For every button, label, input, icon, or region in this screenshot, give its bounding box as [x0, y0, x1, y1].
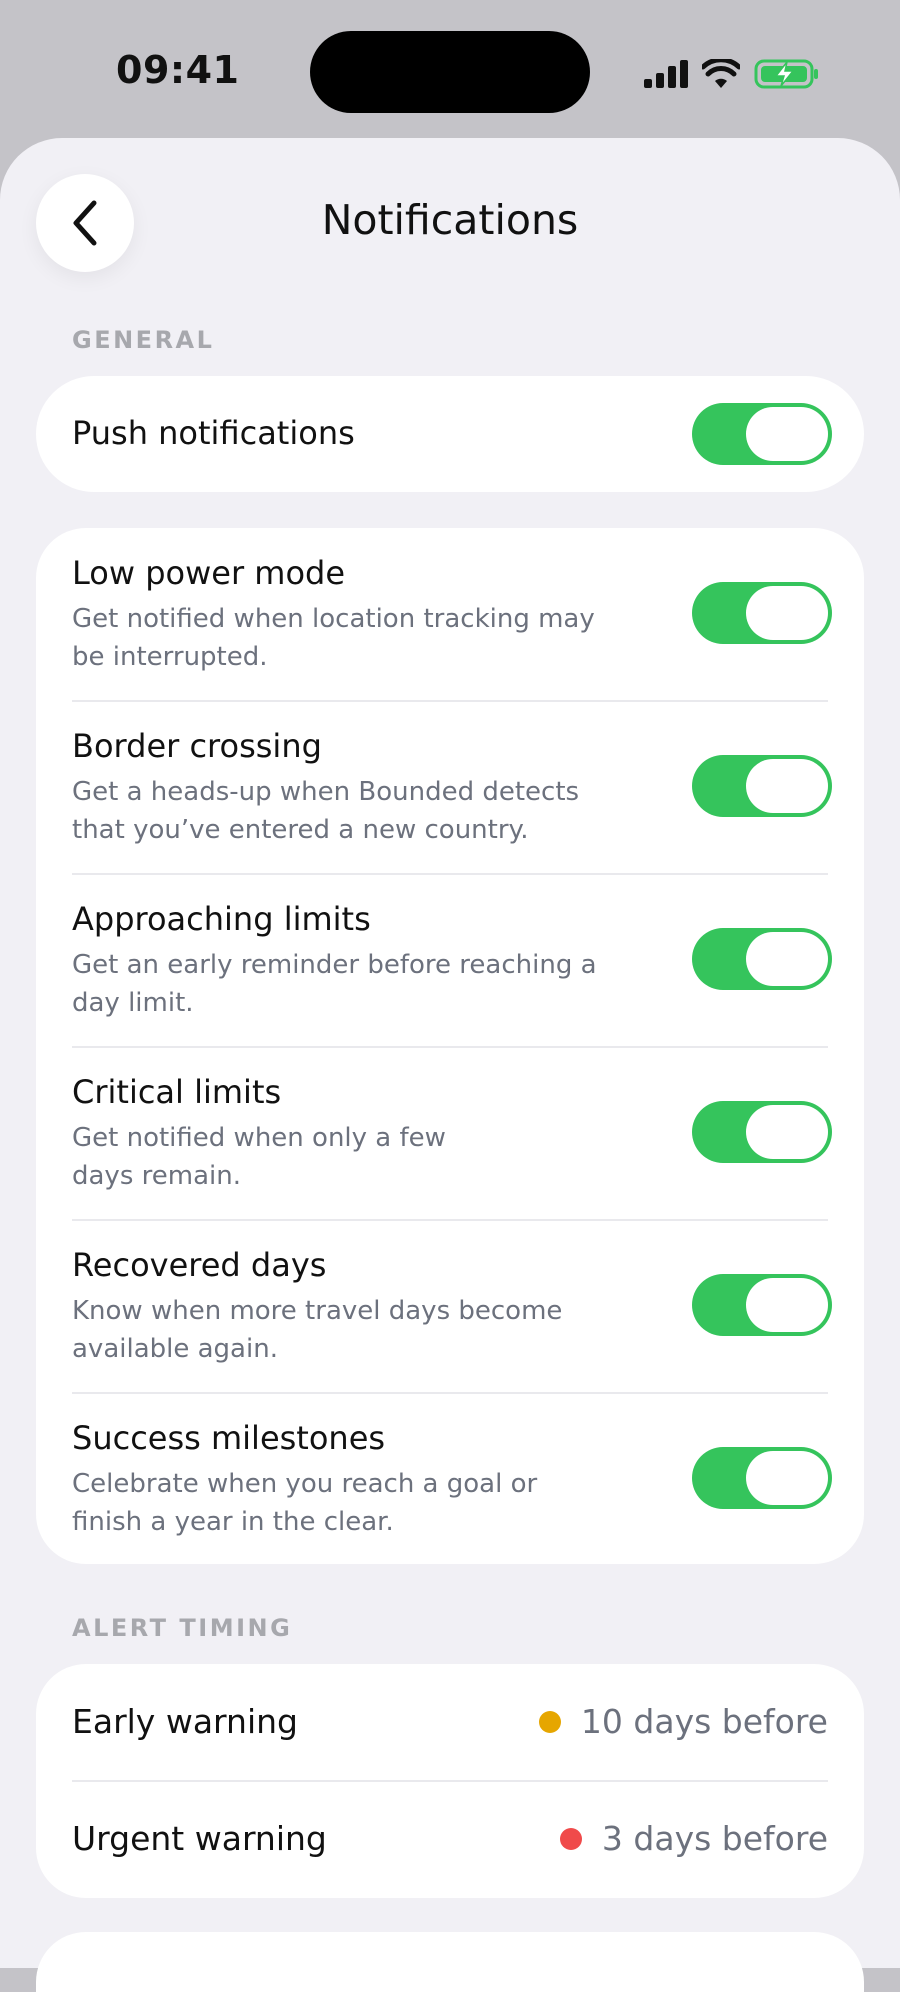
status-icons [644, 54, 820, 94]
wifi-icon [702, 59, 740, 88]
low-power-mode-toggle[interactable] [692, 582, 832, 644]
setting-description: Get an early reminder before reaching ad… [72, 950, 597, 1018]
setting-row-critical-limits: Critical limits Get notified when only a… [36, 1047, 864, 1220]
recovered-days-toggle[interactable] [692, 1274, 832, 1336]
urgent-warning-dot [559, 1827, 582, 1850]
urgent-warning-value: 3 days before [559, 1819, 828, 1858]
push-notifications-toggle[interactable] [692, 403, 832, 465]
setting-description: Get a heads-up when Bounded detects that … [72, 777, 580, 845]
setting-title: Approaching limits [72, 900, 371, 938]
approaching-limits-toggle[interactable] [692, 928, 832, 990]
next-card-partial [36, 1932, 864, 1992]
setting-title: Recovered days [72, 1246, 327, 1284]
early-warning-row[interactable]: Early warning 10 days before [36, 1664, 864, 1781]
section-label-alert-timing: ALERT TIMING [72, 1614, 293, 1642]
section-label-general: GENERAL [72, 326, 215, 354]
urgent-warning-row[interactable]: Urgent warning 3 days before [36, 1781, 864, 1898]
setting-title: Low power mode [72, 554, 346, 592]
toggle-knob [746, 1451, 828, 1505]
status-time: 09:41 [116, 48, 240, 92]
toggle-knob [746, 932, 828, 986]
setting-description: Get notified when location tracking may b… [72, 604, 595, 672]
toggle-knob [746, 1105, 828, 1159]
toggle-knob [746, 1278, 828, 1332]
setting-row-border-crossing: Border crossing Get a heads-up when Boun… [36, 701, 864, 874]
setting-row-recovered-days: Recovered days Know when more travel day… [36, 1220, 864, 1393]
setting-title: Critical limits [72, 1073, 282, 1111]
setting-row-success-milestones: Success milestones Celebrate when you re… [36, 1393, 864, 1564]
toggle-knob [746, 759, 828, 813]
setting-description: Know when more travel days become availab… [72, 1296, 563, 1364]
setting-description: Get notified when only a few days remain. [72, 1123, 446, 1191]
notification-types-card: Low power mode Get notified when locatio… [36, 528, 864, 1564]
toggle-knob [746, 407, 828, 461]
push-notifications-label: Push notifications [72, 414, 355, 452]
push-notifications-card: Push notifications [36, 376, 864, 492]
setting-description: Celebrate when you reach a goal or finish… [72, 1469, 538, 1537]
battery-charging-icon [754, 59, 818, 89]
alert-timing-card: Early warning 10 days before Urgent warn… [36, 1664, 864, 1898]
status-bar: 09:41 [0, 0, 900, 140]
urgent-warning-label: Urgent warning [72, 1819, 327, 1858]
cellular-signal-icon [644, 60, 688, 88]
setting-title: Success milestones [72, 1419, 386, 1457]
early-warning-dot [538, 1710, 561, 1733]
page-title: Notifications [321, 196, 579, 244]
early-warning-value: 10 days before [538, 1702, 828, 1741]
early-warning-label: Early warning [72, 1702, 298, 1741]
success-milestones-toggle[interactable] [692, 1447, 832, 1509]
border-crossing-toggle[interactable] [692, 755, 832, 817]
critical-limits-toggle[interactable] [692, 1101, 832, 1163]
setting-row-low-power: Low power mode Get notified when locatio… [36, 528, 864, 701]
setting-row-approaching-limits: Approaching limits Get an early reminder… [36, 874, 864, 1047]
toggle-knob [746, 586, 828, 640]
setting-title: Border crossing [72, 727, 322, 765]
dynamic-island [310, 31, 590, 113]
